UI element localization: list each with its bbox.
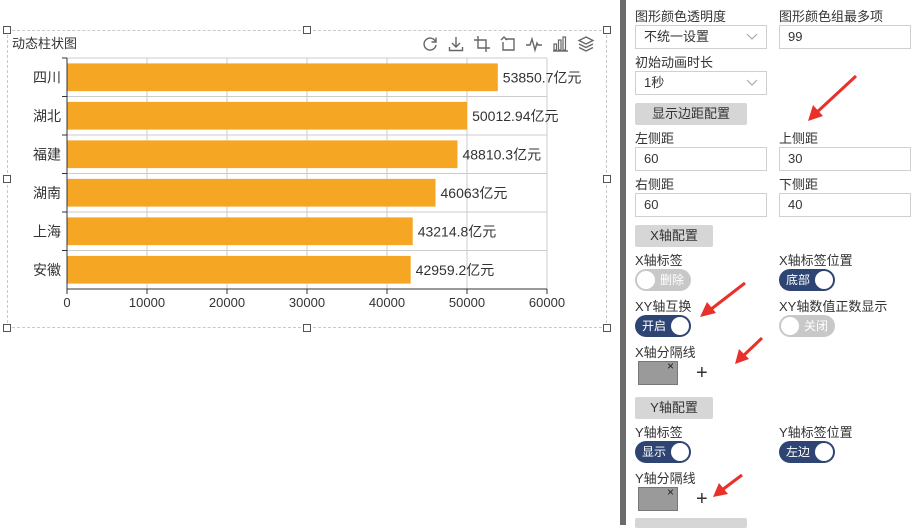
- yaxis-config-button[interactable]: Y轴配置: [635, 397, 713, 419]
- right-margin-label: 右侧距: [635, 177, 675, 192]
- bar: [67, 140, 458, 169]
- x-tick-label: 50000: [449, 295, 485, 310]
- y-split-add-icon[interactable]: +: [696, 489, 708, 509]
- x-tick-label: 40000: [369, 295, 405, 310]
- category-label: 四川: [33, 69, 61, 85]
- y-split-color-swatch[interactable]: ×: [638, 485, 678, 511]
- x-split-remove-icon[interactable]: ×: [667, 359, 674, 373]
- top-margin-label: 上侧距: [779, 131, 819, 146]
- anim-duration-value: 1秒: [644, 75, 665, 90]
- bottom-margin-label: 下侧距: [779, 177, 819, 192]
- xy-positive-label: XY轴数值正数显示: [779, 299, 888, 314]
- xaxis-config-button[interactable]: X轴配置: [635, 225, 713, 247]
- category-label: 福建: [33, 146, 61, 162]
- toggle-knob: [671, 443, 689, 461]
- x-label-toggle[interactable]: 删除: [635, 269, 691, 291]
- bar-value-label: 46063亿元: [441, 185, 508, 201]
- xy-swap-label: XY轴互换: [635, 299, 692, 314]
- color-group-label: 图形颜色组最多项: [779, 9, 884, 24]
- color-group-input[interactable]: 99: [779, 25, 911, 49]
- y-pos-label: Y轴标签位置: [779, 425, 853, 440]
- toggle-knob: [637, 271, 655, 289]
- x-split-add-icon[interactable]: +: [696, 363, 708, 383]
- anim-duration-select[interactable]: 1秒: [635, 71, 767, 95]
- next-section-button[interactable]: [635, 518, 747, 528]
- x-split-color-swatch[interactable]: ×: [638, 359, 678, 385]
- bar-value-label: 43214.8亿元: [418, 223, 497, 239]
- right-margin-input[interactable]: 60: [635, 193, 767, 217]
- x-tick-label: 20000: [209, 295, 245, 310]
- bar: [67, 101, 468, 130]
- left-margin-input[interactable]: 60: [635, 147, 767, 171]
- bottom-margin-input[interactable]: 40: [779, 193, 911, 217]
- xy-positive-toggle-text: 关闭: [803, 319, 828, 333]
- bar: [67, 255, 411, 284]
- opacity-label: 图形颜色透明度: [635, 9, 727, 24]
- opacity-select[interactable]: 不统一设置: [635, 25, 767, 49]
- toggle-knob: [781, 317, 799, 335]
- category-label: 上海: [33, 223, 61, 239]
- bar-chart: 53850.7亿元 50012.94亿元 48810.3亿元 46063亿元 43214…: [33, 57, 582, 310]
- bar-value-label: 42959.2亿元: [416, 262, 495, 278]
- chevron-down-icon: [746, 29, 758, 51]
- y-label-toggle-text: 显示: [642, 445, 667, 459]
- x-pos-toggle[interactable]: 底部: [779, 269, 835, 291]
- bar-value-label: 53850.7亿元: [503, 69, 582, 85]
- category-label: 湖北: [33, 108, 61, 124]
- xy-swap-toggle-text: 开启: [642, 319, 667, 333]
- config-panel: 图形颜色透明度 不统一设置 图形颜色组最多项 99 初始动画时长 1秒 显示边距…: [626, 0, 918, 528]
- x-label-label: X轴标签: [635, 253, 683, 268]
- left-margin-label: 左侧距: [635, 131, 675, 146]
- xy-swap-toggle[interactable]: 开启: [635, 315, 691, 337]
- y-label-label: Y轴标签: [635, 425, 683, 440]
- grid-layer: [66, 57, 548, 290]
- x-split-label: X轴分隔线: [635, 345, 696, 360]
- bar: [67, 178, 436, 207]
- bar-value-label: 50012.94亿元: [472, 108, 558, 124]
- x-label-toggle-text: 删除: [659, 273, 684, 287]
- design-canvas: 动态柱状图 53850.7亿元 50012.94亿元 48810.3亿元 46063亿…: [0, 0, 620, 525]
- x-tick-label: 10000: [129, 295, 165, 310]
- anim-duration-label: 初始动画时长: [635, 55, 714, 70]
- y-pos-toggle-text: 左边: [786, 445, 811, 459]
- category-label: 湖南: [33, 185, 61, 201]
- top-margin-input[interactable]: 30: [779, 147, 911, 171]
- x-tick-label: 0: [63, 295, 70, 310]
- category-label: 安徽: [33, 262, 61, 278]
- y-split-label: Y轴分隔线: [635, 471, 696, 486]
- margin-config-button[interactable]: 显示边距配置: [635, 103, 747, 125]
- xy-positive-toggle[interactable]: 关闭: [779, 315, 835, 337]
- chevron-down-icon: [746, 75, 758, 97]
- y-split-remove-icon[interactable]: ×: [667, 485, 674, 499]
- opacity-select-value: 不统一设置: [644, 29, 710, 44]
- x-pos-toggle-text: 底部: [786, 273, 811, 287]
- bar-value-label: 48810.3亿元: [462, 146, 541, 162]
- toggle-knob: [815, 271, 833, 289]
- y-pos-toggle[interactable]: 左边: [779, 441, 835, 463]
- y-label-toggle[interactable]: 显示: [635, 441, 691, 463]
- x-pos-label: X轴标签位置: [779, 253, 853, 268]
- bar: [67, 63, 498, 92]
- toggle-knob: [671, 317, 689, 335]
- x-tick-label: 30000: [289, 295, 325, 310]
- x-tick-label: 60000: [529, 295, 565, 310]
- toggle-knob: [815, 443, 833, 461]
- bar: [67, 217, 413, 246]
